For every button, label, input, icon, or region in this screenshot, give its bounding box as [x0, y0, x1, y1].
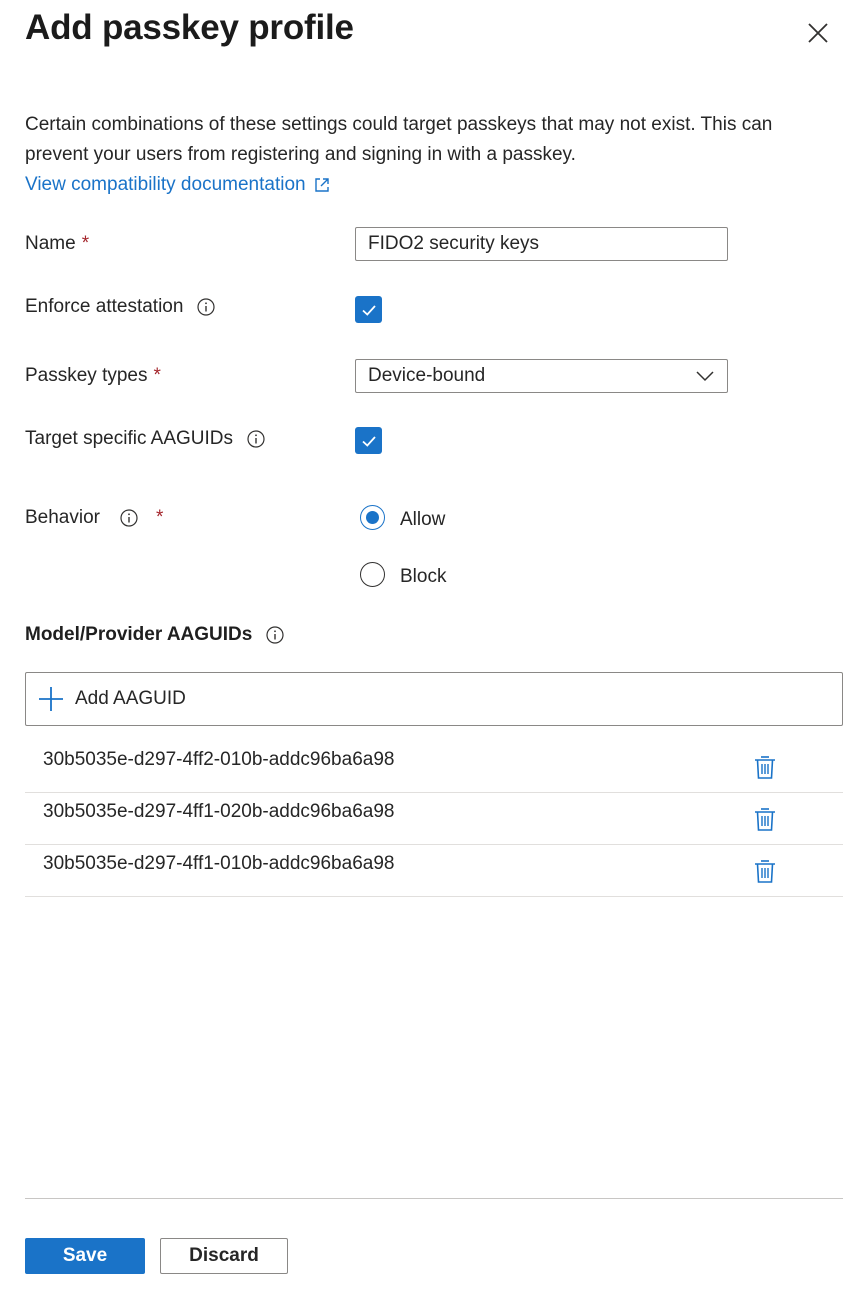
- aaguid-value: 30b5035e-d297-4ff1-010b-addc96ba6a98: [43, 853, 395, 874]
- aaguids-heading: Model/Provider AAGUIDs: [25, 624, 284, 646]
- enforce-attestation-checkbox[interactable]: [355, 296, 382, 323]
- behavior-allow-label[interactable]: Allow: [400, 509, 445, 531]
- add-aaguid-button[interactable]: Add AAGUID: [25, 672, 843, 726]
- required-mark: *: [153, 365, 161, 386]
- notice-text-line1: Certain combinations of these settings c…: [25, 114, 773, 135]
- checkmark-icon: [361, 435, 376, 447]
- aaguid-row: 30b5035e-d297-4ff2-010b-addc96ba6a98: [25, 741, 843, 793]
- behavior-block-label[interactable]: Block: [400, 566, 446, 588]
- enforce-attestation-label-text: Enforce attestation: [25, 296, 184, 317]
- add-aaguid-label[interactable]: Add AAGUID: [75, 688, 186, 710]
- info-icon[interactable]: [247, 430, 265, 448]
- info-icon[interactable]: [197, 298, 216, 316]
- radio-button[interactable]: [360, 561, 385, 587]
- compatibility-doc-link-label[interactable]: View compatibility documentation: [25, 170, 306, 200]
- close-icon[interactable]: [805, 20, 831, 46]
- behavior-label: Behavior *: [25, 507, 163, 529]
- notice-text-line2: prevent your users from registering and …: [25, 144, 576, 165]
- required-mark: *: [81, 233, 90, 254]
- name-input[interactable]: FIDO2 security keys: [355, 227, 728, 261]
- aaguids-heading-text: Model/Provider AAGUIDs: [25, 624, 253, 645]
- close-button[interactable]: [805, 20, 831, 46]
- discard-button[interactable]: Discard: [160, 1238, 288, 1274]
- external-link-icon: [314, 178, 329, 192]
- delete-icon[interactable]: [753, 754, 777, 780]
- behavior-block-radio[interactable]: Block: [360, 560, 446, 588]
- save-button[interactable]: Save: [25, 1238, 145, 1274]
- target-aaguids-label: Target specific AAGUIDs: [25, 428, 265, 450]
- name-label: Name *: [25, 233, 89, 255]
- chevron-down-icon[interactable]: [695, 370, 715, 382]
- checkmark-icon: [361, 304, 376, 316]
- passkey-types-label: Passkey types *: [25, 365, 161, 387]
- required-mark: *: [156, 507, 164, 528]
- aaguid-value: 30b5035e-d297-4ff2-010b-addc96ba6a98: [43, 749, 395, 770]
- target-aaguids-label-text: Target specific AAGUIDs: [25, 428, 234, 449]
- delete-icon[interactable]: [753, 806, 777, 832]
- passkey-types-dropdown[interactable]: Device-bound: [355, 359, 728, 393]
- panel-title: Add passkey profile: [25, 8, 354, 47]
- name-input-value[interactable]: FIDO2 security keys: [368, 233, 539, 255]
- notice: Certain combinations of these settings c…: [25, 110, 815, 200]
- passkey-types-selected[interactable]: Device-bound: [368, 365, 485, 387]
- behavior-label-text: Behavior: [25, 507, 100, 528]
- behavior-allow-radio[interactable]: Allow: [360, 503, 445, 531]
- delete-icon[interactable]: [753, 858, 777, 884]
- name-label-text: Name: [25, 233, 76, 254]
- radio-button-selected[interactable]: [360, 504, 385, 530]
- aaguid-row: 30b5035e-d297-4ff1-010b-addc96ba6a98: [25, 845, 843, 897]
- info-icon[interactable]: [120, 509, 138, 527]
- plus-icon[interactable]: [38, 686, 64, 712]
- aaguid-value: 30b5035e-d297-4ff1-020b-addc96ba6a98: [43, 801, 395, 822]
- passkey-types-label-text: Passkey types: [25, 365, 148, 386]
- info-icon[interactable]: [266, 626, 284, 644]
- target-aaguids-checkbox[interactable]: [355, 427, 382, 454]
- footer-divider: [25, 1198, 843, 1199]
- aaguid-row: 30b5035e-d297-4ff1-020b-addc96ba6a98: [25, 793, 843, 845]
- compatibility-doc-link[interactable]: View compatibility documentation: [25, 170, 330, 200]
- enforce-attestation-label: Enforce attestation: [25, 296, 216, 318]
